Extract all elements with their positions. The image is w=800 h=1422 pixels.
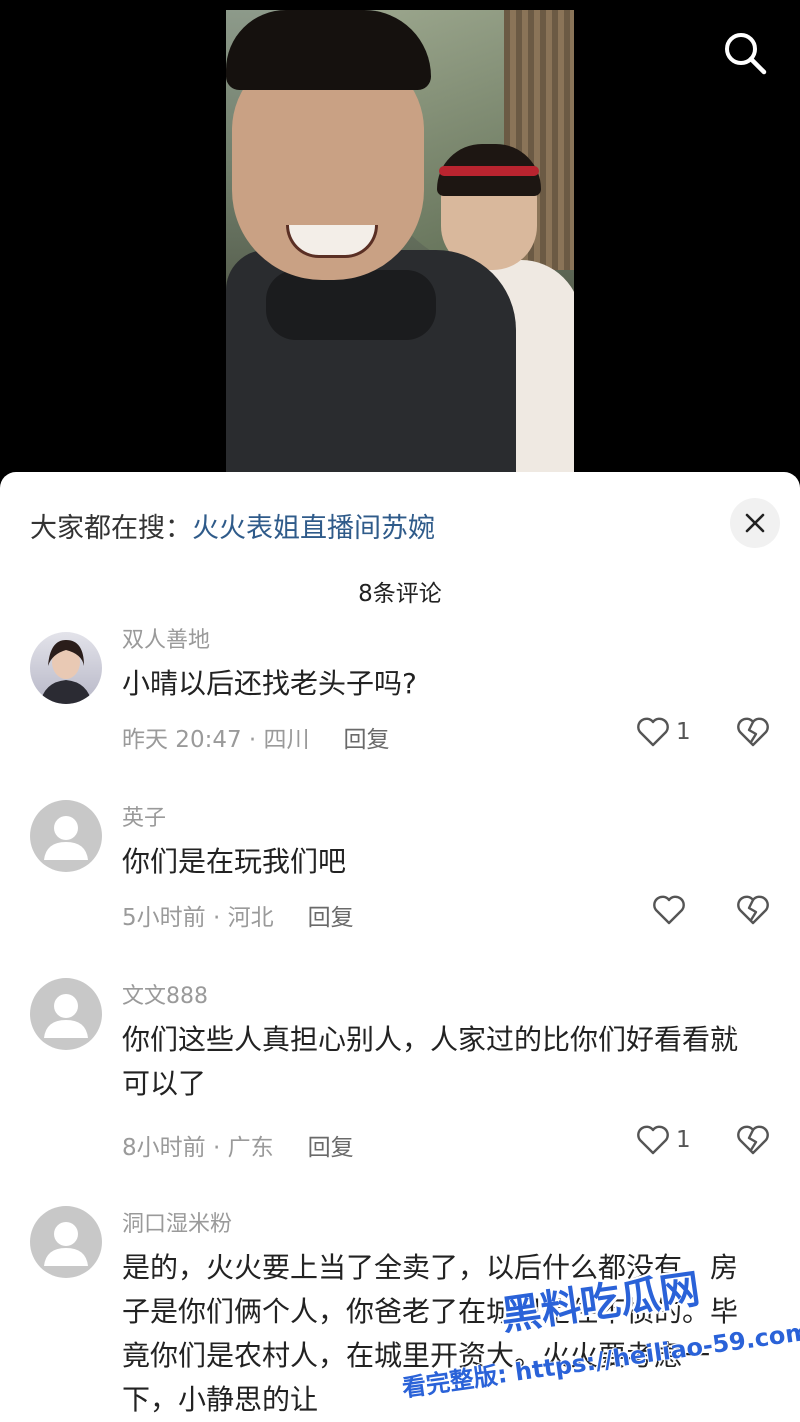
default-avatar-icon: [44, 994, 88, 1038]
comment-text: 你们这些人真担心别人，人家过的比你们好看看就可以了: [122, 1023, 739, 1100]
comment-sheet: 大家都在搜：火火表姐直播间苏婉 8条评论 双人善地 小晴以后还找老头子吗? 昨天…: [0, 472, 800, 1422]
trending-search-prefix: 大家都在搜：: [30, 513, 192, 544]
heart-icon: [653, 895, 685, 925]
avatar[interactable]: [30, 1206, 102, 1278]
comment-count: 8条评论: [358, 581, 442, 607]
comment-username[interactable]: 洞口湿米粉: [122, 1206, 232, 1238]
comment-username[interactable]: 文文888: [122, 978, 208, 1010]
person-man: [226, 10, 526, 480]
like-button[interactable]: 1: [636, 716, 691, 748]
video-frame[interactable]: [226, 10, 574, 480]
reply-button[interactable]: 回复: [308, 905, 354, 931]
comment-username[interactable]: 双人善地: [122, 622, 210, 654]
dislike-button[interactable]: [736, 1124, 770, 1160]
comment-text: 是的，火火要上当了全卖了，以后什么都没有，房子是你们俩个人，你爸老了在城里是住不…: [122, 1251, 739, 1416]
comment-username[interactable]: 英子: [122, 800, 166, 832]
comment-meta: 5小时前 · 河北 回复: [122, 898, 354, 932]
broken-heart-icon: [737, 1125, 769, 1155]
search-icon[interactable]: [720, 28, 770, 78]
trending-search-hint[interactable]: 大家都在搜：火火表姐直播间苏婉: [30, 506, 435, 545]
comment-text: 小晴以后还找老头子吗?: [122, 667, 417, 700]
default-avatar-icon: [44, 1222, 88, 1266]
dislike-button[interactable]: [736, 716, 770, 752]
like-button[interactable]: 1: [636, 1124, 691, 1156]
reply-button[interactable]: 回复: [308, 1135, 354, 1161]
dislike-button[interactable]: [736, 894, 770, 930]
like-button[interactable]: [652, 894, 686, 926]
reply-button[interactable]: 回复: [344, 727, 390, 753]
comment-text: 你们是在玩我们吧: [122, 845, 347, 878]
comment-meta: 昨天 20:47 · 四川 回复: [122, 720, 390, 754]
like-count: 1: [676, 1127, 691, 1153]
heart-icon: [637, 717, 669, 747]
like-count: 1: [676, 719, 691, 745]
broken-heart-icon: [737, 895, 769, 925]
avatar[interactable]: [30, 800, 102, 872]
comment-meta: 8小时前 · 广东 回复: [122, 1128, 354, 1162]
heart-icon: [637, 1125, 669, 1155]
video-player[interactable]: [0, 0, 800, 480]
avatar[interactable]: [30, 978, 102, 1050]
comment-time-location: 8小时前 · 广东: [122, 1135, 274, 1161]
comment-time-location: 5小时前 · 河北: [122, 905, 274, 931]
default-avatar-icon: [44, 816, 88, 860]
broken-heart-icon: [737, 717, 769, 747]
avatar[interactable]: [30, 632, 102, 704]
close-icon: [745, 513, 765, 533]
comment-time-location: 昨天 20:47 · 四川: [122, 727, 310, 753]
trending-search-term[interactable]: 火火表姐直播间苏婉: [192, 513, 435, 544]
close-button[interactable]: [730, 498, 780, 548]
